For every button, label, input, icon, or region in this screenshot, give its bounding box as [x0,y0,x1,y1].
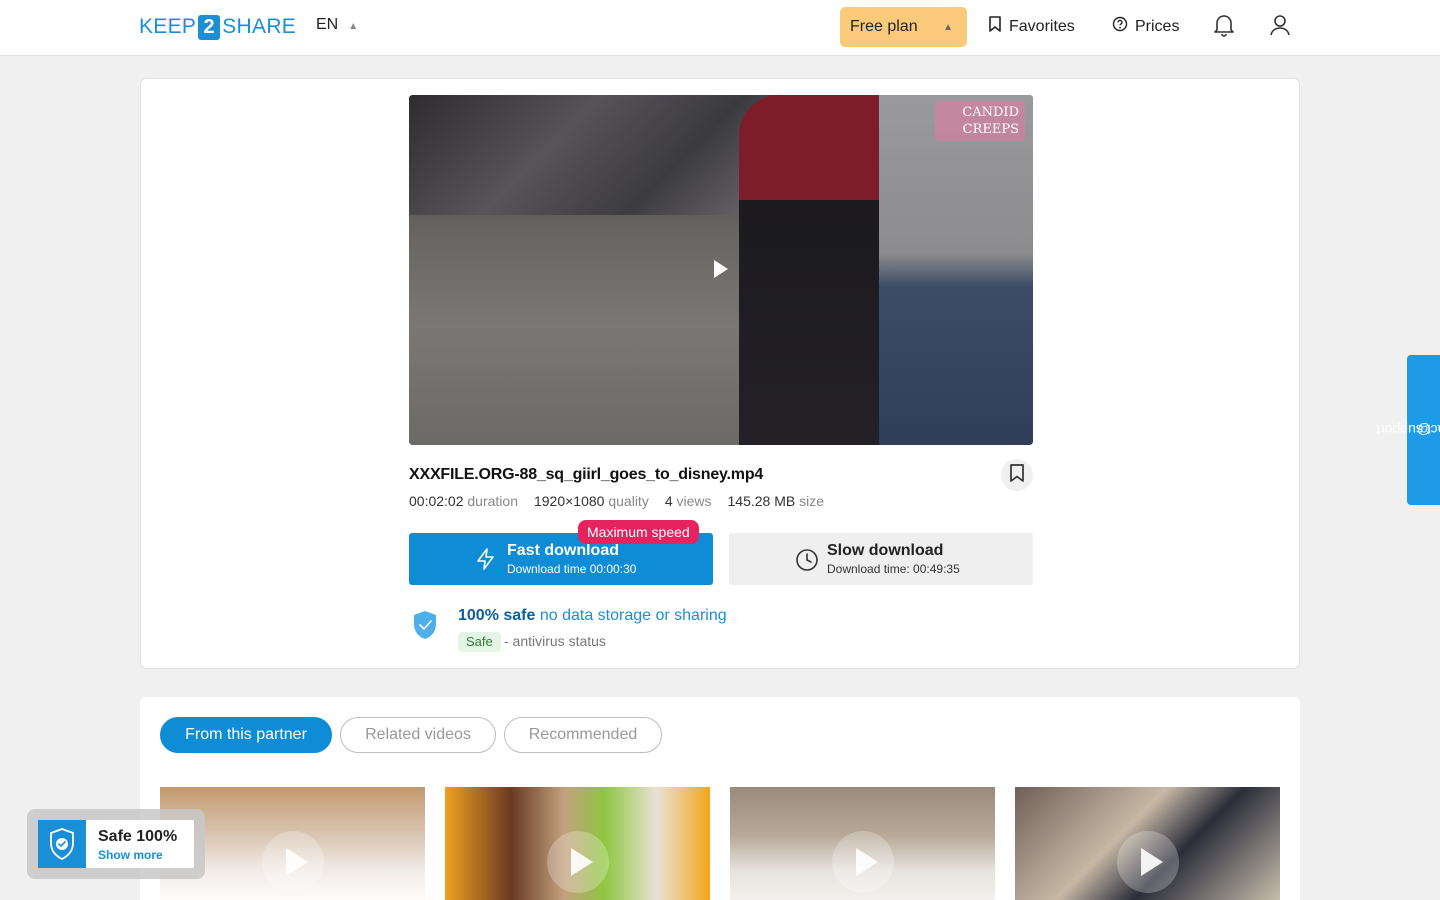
favorites-label: Favorites [1009,17,1075,35]
meta-views: 4 views [665,493,712,509]
bell-icon [1213,13,1235,42]
help-circle-icon [1112,16,1128,37]
play-icon [1117,831,1179,893]
video-frame-figure-right [879,95,1033,445]
meta-duration: 00:02:02 duration [409,493,518,509]
antivirus-status-badge: Safe [458,632,501,652]
quality-label: quality [608,493,649,509]
video-watermark: CANDID CREEPS [935,101,1025,141]
meta-quality: 1920×1080 quality [534,493,649,509]
logo-number: 2 [198,14,221,40]
chevron-up-icon: ▲ [943,21,953,33]
tab-related-videos[interactable]: Related videos [340,717,496,753]
slow-download-label: Slow download [827,542,944,559]
play-icon [832,831,894,893]
shield-check-icon [38,820,86,868]
size-label: size [799,493,825,509]
free-plan-button[interactable]: Free plan ▲ [840,7,967,47]
safe-badge-title: Safe 100% [98,828,178,845]
notifications-button[interactable] [1212,14,1236,40]
file-meta: 00:02:02 duration 1920×1080 quality 4 vi… [409,493,824,509]
chevron-up-icon: ▲ [348,20,359,32]
bookmark-icon [1009,463,1025,487]
quality-value: 1920×1080 [533,493,605,509]
duration-label: duration [467,493,518,509]
free-plan-label: Free plan [850,18,918,35]
size-value: 145.28 MB [727,493,796,509]
slow-download-button[interactable]: Slow download Download time: 00:49:35 [729,533,1033,585]
logo-text-share: SHARE [222,15,297,38]
add-favorite-button[interactable] [1001,459,1033,491]
logo-text-keep: KEEP [139,15,197,38]
file-card: CANDID CREEPS XXXFILE.ORG-88_sq_giirl_go… [140,78,1300,669]
video-thumbnail[interactable] [445,787,710,900]
language-label: EN [316,16,339,33]
play-icon [547,831,609,893]
video-thumbnail[interactable] [1015,787,1280,900]
account-button[interactable] [1268,14,1292,40]
shield-check-icon [411,609,439,646]
video-thumbnail[interactable] [730,787,995,900]
safety-statement: 100% safe no data storage or sharing [458,607,727,625]
keep2share-logo[interactable]: KEEP 2 SHARE [139,14,296,40]
user-icon [1269,13,1291,42]
play-icon [262,831,324,893]
lightning-icon [475,547,497,576]
tab-from-this-partner[interactable]: From this partner [160,717,332,753]
favorites-link[interactable]: Favorites [988,16,1075,37]
safe-badge-widget[interactable]: Safe 100% Show more [27,809,205,879]
prices-label: Prices [1135,17,1180,35]
contact-support-tab[interactable]: @ contact support [1376,355,1440,505]
meta-size: 145.28 MB size [728,493,825,509]
duration-value: 00:02:02 [409,493,464,509]
views-label: views [676,493,712,509]
tab-recommended[interactable]: Recommended [504,717,662,753]
language-selector[interactable]: EN ▲ [316,16,358,34]
video-frame-background [409,95,769,215]
top-header: KEEP 2 SHARE EN ▲ Free plan ▲ Favorites … [0,0,1440,56]
contact-support-text: contact support [1375,422,1440,438]
clock-icon [795,548,819,577]
safe-badge-inner: Safe 100% Show more [38,820,194,868]
bookmark-icon [988,16,1002,37]
slow-download-time: Download time: 00:49:35 [827,562,960,576]
show-more-link[interactable]: Show more [98,848,163,862]
fast-download-time: Download time 00:00:30 [507,562,637,576]
max-speed-badge: Maximum speed [578,520,699,544]
play-icon[interactable] [714,260,728,278]
safety-subline: no data storage or sharing [535,607,727,624]
fast-download-label: Fast download [507,542,619,559]
prices-link[interactable]: Prices [1112,16,1179,37]
safety-headline: 100% safe [458,607,536,624]
file-title: XXXFILE.ORG-88_sq_giirl_goes_to_disney.m… [409,466,764,483]
related-panel: From this partner Related videos Recomme… [140,697,1300,900]
antivirus-status-label: - antivirus status [504,633,606,649]
views-value: 4 [664,493,673,509]
video-preview[interactable]: CANDID CREEPS [409,95,1033,445]
